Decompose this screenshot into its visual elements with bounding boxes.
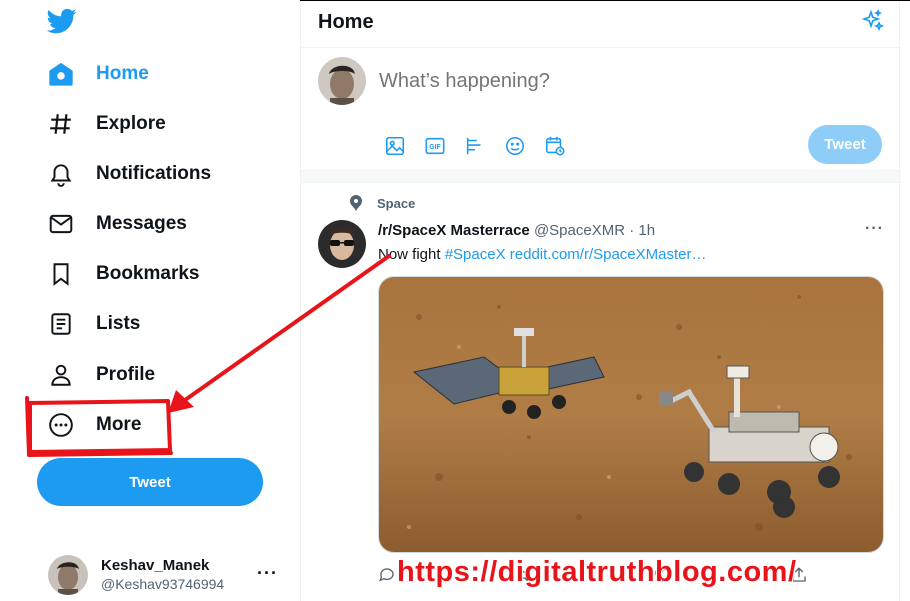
nav-profile-label: Profile — [96, 364, 156, 385]
nav-lists[interactable]: Lists — [46, 306, 140, 342]
nav-profile[interactable]: Profile — [46, 357, 155, 393]
nav-notifications-label: Notifications — [96, 163, 212, 184]
tweet-link[interactable]: reddit.com/r/SpaceXMaster… — [510, 246, 707, 263]
nav-more-label: More — [96, 414, 142, 435]
svg-text:GIF: GIF — [429, 144, 440, 151]
nav-bookmarks-label: Bookmarks — [96, 263, 200, 284]
nav-home-label: Home — [96, 63, 149, 84]
nav-explore-label: Explore — [96, 113, 166, 134]
twitter-bird-icon[interactable] — [46, 6, 78, 36]
emoji-icon[interactable] — [495, 131, 535, 161]
tweet-media-image[interactable] — [378, 276, 884, 553]
poll-icon[interactable] — [455, 131, 495, 161]
tweet-topic-label[interactable]: Space — [377, 196, 415, 211]
reply-icon[interactable] — [378, 566, 396, 584]
account-switcher[interactable]: Keshav_Manek @Keshav93746994 ··· — [48, 553, 288, 597]
tweet-text: Now fight #SpaceX reddit.com/r/SpaceXMas… — [378, 246, 707, 263]
watermark-text: https://digitaltruthblog.com/ — [397, 556, 797, 588]
bookmark-icon — [46, 259, 76, 289]
image-icon[interactable] — [375, 131, 415, 161]
composer-toolbar: GIF — [375, 131, 575, 161]
sparkle-icon[interactable] — [861, 9, 885, 33]
account-display-name: Keshav_Manek — [101, 557, 210, 574]
sidebar-tweet-button[interactable]: Tweet — [37, 458, 263, 506]
tweet-composer: GIF Tweet — [301, 48, 901, 171]
main-header: Home — [301, 0, 901, 48]
account-menu-icon[interactable]: ··· — [257, 563, 278, 584]
envelope-icon — [46, 209, 76, 239]
nav-explore[interactable]: Explore — [46, 106, 166, 142]
tweet-author-name[interactable]: /r/SpaceX Masterrace — [378, 222, 530, 239]
composer-avatar — [318, 57, 366, 105]
nav-notifications[interactable]: Notifications — [46, 156, 211, 192]
sidebar: Home Explore Notifications Messages Book… — [0, 0, 300, 601]
tweet-context: Space — [349, 195, 415, 211]
tweet-card[interactable]: Space /r/SpaceX Masterrace @SpaceXMR · 1… — [301, 184, 901, 601]
compose-tweet-button[interactable]: Tweet — [808, 125, 882, 164]
window-top-edge — [300, 0, 910, 1]
gif-icon[interactable]: GIF — [415, 131, 455, 161]
nav-bookmarks[interactable]: Bookmarks — [46, 256, 200, 292]
main-column: Home GIF Tweet Space /r/SpaceX Masterrac… — [300, 0, 901, 601]
nav-messages[interactable]: Messages — [46, 206, 187, 242]
nav-more[interactable]: More — [46, 407, 141, 443]
tweet-author-avatar[interactable] — [318, 220, 366, 268]
account-handle: @Keshav93746994 — [101, 576, 225, 592]
hashtag-icon — [46, 109, 76, 139]
topic-pin-icon — [350, 195, 362, 211]
more-circle-icon — [46, 410, 76, 440]
page-title: Home — [318, 11, 374, 33]
list-icon — [46, 309, 76, 339]
nav-messages-label: Messages — [96, 213, 187, 234]
tweet-more-icon[interactable]: ··· — [865, 220, 884, 238]
tweet-text-plain: Now fight — [378, 246, 445, 263]
compose-input[interactable] — [379, 70, 799, 93]
tweet-header: /r/SpaceX Masterrace @SpaceXMR · 1h — [378, 222, 655, 239]
nav-home[interactable]: Home — [46, 56, 149, 92]
person-icon — [46, 360, 76, 390]
tweet-author-meta[interactable]: @SpaceXMR · 1h — [534, 222, 655, 239]
home-icon — [46, 59, 76, 89]
tweet-hashtag[interactable]: #SpaceX — [445, 246, 506, 263]
schedule-icon[interactable] — [535, 131, 575, 161]
avatar — [48, 555, 88, 595]
nav-lists-label: Lists — [96, 313, 141, 334]
feed-divider — [301, 171, 901, 183]
bell-icon — [46, 159, 76, 189]
